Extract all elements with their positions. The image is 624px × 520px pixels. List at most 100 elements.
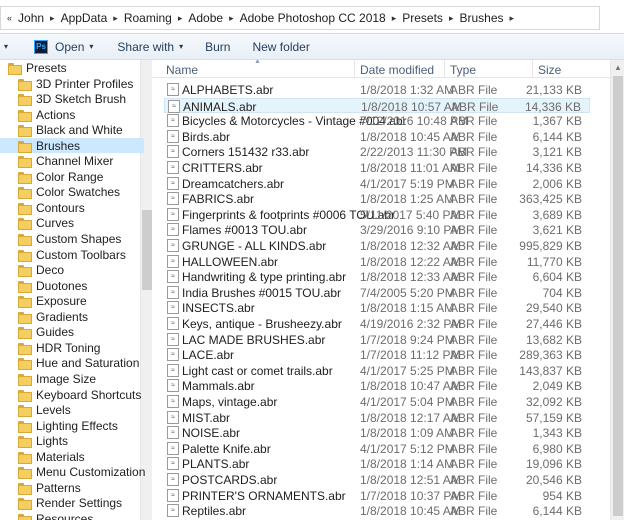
breadcrumb-item[interactable]: Adobe Photoshop CC 2018: [240, 11, 386, 25]
file-row[interactable]: ≈ LACE.abr 1/7/2018 11:12 PM ABR File 289,36…: [164, 347, 590, 363]
breadcrumb-separator-icon[interactable]: ▸: [113, 13, 118, 24]
nav-item-guides[interactable]: Guides: [18, 325, 74, 340]
share-with-button[interactable]: Share with ▾: [109, 36, 191, 58]
breadcrumb[interactable]: « John ▸ AppData ▸ Roaming ▸ Adobe ▸ Adobe Photos…: [0, 6, 600, 30]
nav-item-menu-customization[interactable]: Menu Customization: [18, 465, 145, 480]
file-row[interactable]: ≈ CRITTERS.abr 1/8/2018 11:01 AM ABR File 14…: [164, 160, 590, 176]
file-row[interactable]: ≈ ANIMALS.abr 1/8/2018 10:57 AM ABR File 14,…: [164, 97, 590, 114]
nav-item-color-swatches[interactable]: Color Swatches: [18, 185, 120, 200]
nav-item-render-settings[interactable]: Render Settings: [18, 496, 122, 511]
nav-item-gradients[interactable]: Gradients: [18, 309, 88, 324]
nav-item-contours[interactable]: Contours: [18, 200, 85, 215]
burn-button[interactable]: Burn: [197, 36, 238, 58]
nav-item-exposure[interactable]: Exposure: [18, 294, 87, 309]
column-divider[interactable]: [532, 60, 533, 78]
file-row[interactable]: ≈ INSECTS.abr 1/8/2018 1:15 AM ABR File 29,5…: [164, 300, 590, 316]
nav-item-lights[interactable]: Lights: [18, 434, 68, 449]
file-row[interactable]: ≈ India Brushes #0015 TOU.abr 7/4/2005 5:2…: [164, 285, 590, 301]
file-row[interactable]: ≈ Maps, vintage.abr 4/1/2017 5:04 PM ABR Fi…: [164, 394, 590, 410]
file-row[interactable]: ≈ LAC MADE BRUSHES.abr 1/7/2018 9:24 PM ABR…: [164, 332, 590, 348]
nav-item-hdr-toning[interactable]: HDR Toning: [18, 340, 100, 355]
file-row[interactable]: ≈ Handwriting & type printing.abr 1/8/2018…: [164, 269, 590, 285]
breadcrumb-separator-icon[interactable]: ▸: [178, 13, 183, 24]
nav-item-patterns[interactable]: Patterns: [18, 480, 81, 495]
column-divider[interactable]: [354, 60, 355, 78]
file-list-pane[interactable]: Name ▲ Date modified Type Size ≈ ALPHABET…: [152, 60, 624, 520]
file-row[interactable]: ≈ Bicycles & Motorcycles - Vintage #004.a…: [164, 113, 590, 129]
file-row[interactable]: ≈ POSTCARDS.abr 1/8/2018 12:51 AM ABR File 2…: [164, 472, 590, 488]
overflow-chevron-icon[interactable]: «: [7, 13, 12, 23]
nav-item-deco[interactable]: Deco: [18, 263, 64, 278]
nav-item-hue-and-saturation[interactable]: Hue and Saturation: [18, 356, 139, 371]
breadcrumb-item[interactable]: John: [18, 11, 44, 25]
breadcrumb-separator-icon[interactable]: ▸: [50, 13, 55, 24]
file-row[interactable]: ≈ Mammals.abr 1/8/2018 10:47 AM ABR File 2,0…: [164, 378, 590, 394]
column-divider[interactable]: [444, 60, 445, 78]
file-row[interactable]: ≈ PRINTER'S ORNAMENTS.abr 1/7/2018 10:37 P…: [164, 488, 590, 504]
file-row[interactable]: ≈ Birds.abr 1/8/2018 10:45 AM ABR File 6,144…: [164, 129, 590, 145]
nav-item-3d-printer-profiles[interactable]: 3D Printer Profiles: [18, 76, 133, 91]
column-type[interactable]: Type: [450, 63, 476, 77]
breadcrumb-item[interactable]: AppData: [61, 11, 108, 25]
file-name: POSTCARDS.abr: [182, 473, 278, 487]
file-row[interactable]: ≈ PLANTS.abr 1/8/2018 1:14 AM ABR File 19,09…: [164, 456, 590, 472]
file-row[interactable]: ≈ HALLOWEEN.abr 1/8/2018 12:22 AM ABR File 1…: [164, 254, 590, 270]
chevron-down-icon: ▾: [4, 42, 9, 51]
column-name[interactable]: Name: [166, 63, 198, 77]
breadcrumb-separator-icon[interactable]: ▸: [229, 13, 234, 24]
file-row[interactable]: ≈ Reptiles.abr 1/8/2018 10:45 AM ABR File 6,…: [164, 503, 590, 519]
file-row[interactable]: ≈ Flames #0013 TOU.abr 3/29/2016 9:10 PM AB…: [164, 222, 590, 238]
nav-item-duotones[interactable]: Duotones: [18, 278, 87, 293]
file-type: ABR File: [450, 114, 498, 129]
organize-chevron[interactable]: ▾: [0, 36, 12, 58]
nav-item-levels[interactable]: Levels: [18, 403, 71, 418]
breadcrumb-item[interactable]: Presets: [402, 11, 443, 25]
scroll-up-icon[interactable]: ▲: [614, 63, 622, 72]
nav-item-custom-toolbars[interactable]: Custom Toolbars: [18, 247, 126, 262]
nav-item-keyboard-shortcuts[interactable]: Keyboard Shortcuts: [18, 387, 141, 402]
file-row[interactable]: ≈ NOISE.abr 1/8/2018 1:09 AM ABR File 1,343 …: [164, 425, 590, 441]
breadcrumb-separator-icon[interactable]: ▸: [392, 13, 397, 24]
file-row[interactable]: ≈ ALPHABETS.abr 1/8/2018 1:32 AM ABR File 21…: [164, 82, 590, 98]
nav-item-presets[interactable]: Presets: [8, 60, 67, 75]
file-row[interactable]: ≈ Dreamcatchers.abr 4/1/2017 5:19 PM ABR Fi…: [164, 176, 590, 192]
file-row[interactable]: ≈ Light cast or comet trails.abr 4/1/2017 …: [164, 363, 590, 379]
new-folder-button[interactable]: New folder: [244, 36, 317, 58]
breadcrumb-separator-icon[interactable]: ▸: [449, 13, 454, 24]
file-type: ABR File: [450, 348, 498, 363]
nav-item-brushes[interactable]: Brushes: [0, 138, 144, 154]
nav-item-materials[interactable]: Materials: [18, 449, 85, 464]
nav-scrollbar[interactable]: [140, 60, 152, 520]
breadcrumb-item[interactable]: Roaming: [124, 11, 172, 25]
column-size[interactable]: Size: [538, 63, 561, 77]
nav-item-actions[interactable]: Actions: [18, 107, 75, 122]
nav-item-resources[interactable]: Resources: [18, 511, 93, 520]
file-row[interactable]: ≈ Fingerprints & footprints #0006 TOU.abr…: [164, 207, 590, 223]
nav-item-custom-shapes[interactable]: Custom Shapes: [18, 232, 121, 247]
nav-item-curves[interactable]: Curves: [18, 216, 74, 231]
nav-item-channel-mixer[interactable]: Channel Mixer: [18, 154, 113, 169]
file-row[interactable]: ≈ MIST.abr 1/8/2018 12:17 AM ABR File 57,159…: [164, 410, 590, 426]
file-row[interactable]: ≈ FABRICS.abr 1/8/2018 1:25 AM ABR File 363,…: [164, 191, 590, 207]
file-row[interactable]: ≈ Palette Knife.abr 4/1/2017 5:12 PM ABR Fi…: [164, 441, 590, 457]
file-row[interactable]: ≈ GRUNGE - ALL KINDS.abr 1/8/2018 12:32 AM…: [164, 238, 590, 254]
nav-item-3d-sketch-brush[interactable]: 3D Sketch Brush: [18, 92, 126, 107]
nav-item-image-size[interactable]: Image Size: [18, 371, 96, 386]
nav-item-black-and-white[interactable]: Black and White: [18, 123, 123, 138]
folder-icon: [18, 420, 32, 433]
nav-item-lighting-effects[interactable]: Lighting Effects: [18, 418, 118, 433]
nav-scroll-thumb[interactable]: [142, 210, 152, 290]
breadcrumb-item[interactable]: Brushes: [459, 11, 503, 25]
sort-ascending-icon: ▲: [254, 60, 261, 65]
column-date-modified[interactable]: Date modified: [360, 63, 434, 77]
open-button[interactable]: Ps Open ▾: [26, 36, 101, 58]
main-scrollbar[interactable]: ▲: [610, 60, 624, 520]
breadcrumb-separator-icon[interactable]: ▸: [510, 13, 515, 24]
breadcrumb-item[interactable]: Adobe: [188, 11, 223, 25]
file-row[interactable]: ≈ Keys, antique - Brusheezy.abr 4/19/2016 …: [164, 316, 590, 332]
nav-item-color-range[interactable]: Color Range: [18, 169, 103, 184]
navigation-pane[interactable]: Presets 3D Printer Profiles 3D Sketch Brus…: [0, 60, 152, 520]
file-row[interactable]: ≈ Corners 151432 r33.abr 2/22/2013 11:30 P…: [164, 144, 590, 160]
main-scroll-thumb[interactable]: [613, 76, 623, 516]
nav-item-label: Presets: [26, 60, 67, 75]
